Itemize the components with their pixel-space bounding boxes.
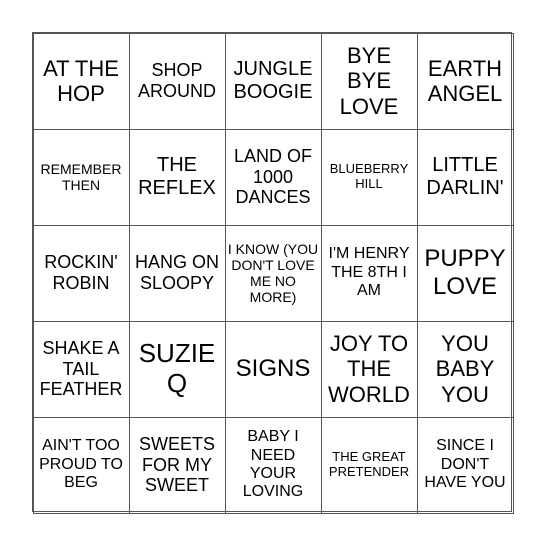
bingo-cell[interactable]: THE GREAT PRETENDER (320, 416, 418, 514)
bingo-cell[interactable]: THE REFLEX (128, 128, 226, 226)
bingo-cell[interactable]: LAND OF 1000 DANCES (224, 128, 322, 226)
bingo-cell[interactable]: ROCKIN' ROBIN (32, 224, 130, 322)
bingo-cell[interactable]: EARTH ANGEL (416, 32, 514, 130)
bingo-card: AT THE HOP SHOP AROUND JUNGLE BOOGIE BYE… (32, 32, 514, 514)
bingo-cell[interactable]: SIGNS (224, 320, 322, 418)
bingo-cell[interactable]: REMEMBER THEN (32, 128, 130, 226)
bingo-cell[interactable]: SWEETS FOR MY SWEET (128, 416, 226, 514)
bingo-cell[interactable]: PUPPY LOVE (416, 224, 514, 322)
bingo-cell[interactable]: SHOP AROUND (128, 32, 226, 130)
bingo-cell[interactable]: BYE BYE LOVE (320, 32, 418, 130)
bingo-cell[interactable]: JOY TO THE WORLD (320, 320, 418, 418)
bingo-cell[interactable]: AT THE HOP (32, 32, 130, 130)
bingo-cell[interactable]: HANG ON SLOOPY (128, 224, 226, 322)
bingo-cell[interactable]: SINCE I DON'T HAVE YOU (416, 416, 514, 514)
bingo-cell[interactable]: SHAKE A TAIL FEATHER (32, 320, 130, 418)
bingo-cell[interactable]: I KNOW (YOU DON'T LOVE ME NO MORE) (224, 224, 322, 322)
bingo-cell[interactable]: BABY I NEED YOUR LOVING (224, 416, 322, 514)
bingo-cell[interactable]: SUZIE Q (128, 320, 226, 418)
bingo-cell[interactable]: YOU BABY YOU (416, 320, 514, 418)
bingo-cell[interactable]: BLUEBERRY HILL (320, 128, 418, 226)
bingo-cell[interactable]: I'M HENRY THE 8TH I AM (320, 224, 418, 322)
bingo-cell[interactable]: AIN'T TOO PROUD TO BEG (32, 416, 130, 514)
bingo-cell[interactable]: JUNGLE BOOGIE (224, 32, 322, 130)
bingo-cell[interactable]: LITTLE DARLIN' (416, 128, 514, 226)
